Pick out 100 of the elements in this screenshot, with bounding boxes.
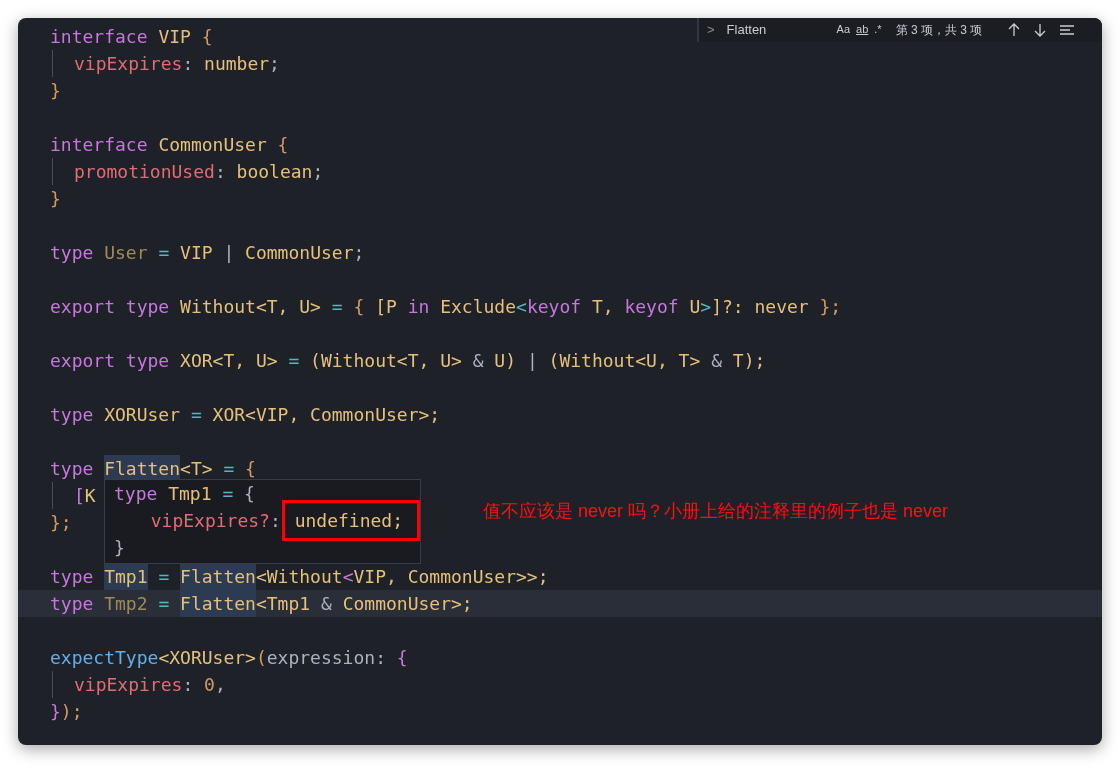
code-token: <	[516, 295, 527, 319]
code-token: =	[288, 349, 301, 373]
code-token: };	[50, 511, 72, 535]
code-token: :	[182, 52, 195, 76]
code-token: keyof	[526, 295, 583, 319]
code-token: in	[407, 295, 431, 319]
code-token: expectType	[50, 646, 159, 670]
code-token: :	[269, 509, 282, 533]
code-token: U	[689, 295, 701, 319]
code-token: VIP, CommonUser>>;	[353, 565, 549, 589]
code-token: Flatten	[180, 563, 256, 590]
code-token: <Without	[255, 565, 343, 589]
code-token: type	[50, 565, 95, 589]
code-token: vipExpires?	[150, 509, 270, 533]
code-token: =	[158, 592, 171, 616]
code-token: <Tmp1	[255, 592, 312, 616]
code-token: =	[190, 403, 203, 427]
code-token: =	[157, 565, 171, 589]
search-option-toggle[interactable]: .*	[874, 21, 882, 38]
code-token: >	[700, 295, 712, 319]
code-token: {	[353, 295, 366, 319]
code-token: ;	[269, 52, 280, 76]
code-token: T,	[591, 295, 615, 319]
code-token: Flatten	[180, 590, 256, 617]
expand-toggle[interactable]: >	[707, 19, 715, 40]
arrow-down-icon[interactable]	[1034, 22, 1047, 37]
code-token: keyof	[624, 295, 680, 319]
code-token: K	[84, 484, 96, 508]
code-token: type	[114, 482, 159, 506]
code-token: expression:	[266, 646, 387, 670]
code-token: User	[104, 241, 149, 265]
code-token: undefined;	[294, 509, 403, 533]
code-token: };	[819, 295, 842, 319]
code-token: [	[74, 484, 85, 508]
code-token: }	[50, 187, 61, 211]
code-token: CommonUser	[245, 241, 354, 265]
code-token: <XORUser>	[158, 646, 256, 670]
code-token: =	[158, 241, 171, 265]
code-token: Tmp1	[104, 563, 148, 590]
code-token: );	[60, 700, 83, 724]
code-token: {	[245, 457, 256, 481]
code-token: export type	[50, 295, 171, 319]
code-token: XOR<T, U>	[180, 349, 279, 373]
code-token: promotionUsed	[74, 160, 215, 184]
code-token: =	[331, 295, 344, 319]
code-token: vipExpires	[74, 52, 183, 76]
selection-icon[interactable]	[1060, 23, 1075, 36]
code-token: |	[223, 241, 236, 265]
code-token: ;	[312, 160, 324, 184]
code-token: VIP	[158, 25, 192, 49]
code-token: number	[204, 52, 270, 76]
code-token: (Without<T, U>	[310, 349, 463, 373]
code-token: boolean	[236, 160, 313, 184]
code-token: &	[320, 592, 333, 616]
code-token: :	[182, 673, 195, 697]
code-token: Without<T, U>	[180, 295, 322, 319]
code-token: &	[711, 349, 723, 373]
code-token: Tmp2	[104, 592, 149, 616]
code-token: T);	[732, 349, 766, 373]
code-token: interface	[50, 133, 149, 157]
annotation-text: 值不应该是 never 吗？小册上给的注释里的例子也是 never	[483, 500, 949, 523]
code-token: type	[50, 241, 95, 265]
code-token: {	[396, 646, 408, 670]
code-token: ,	[214, 673, 226, 697]
code-token: }	[50, 79, 61, 103]
code-token: U)	[494, 349, 518, 373]
code-token: ]?: never	[711, 295, 810, 319]
match-count: 第 3 项，共 3 项	[895, 21, 983, 39]
code-token: type	[50, 403, 95, 427]
code-token: export type	[50, 349, 171, 373]
code-token: Tmp1	[168, 482, 213, 506]
search-option-toggle[interactable]: ab	[856, 21, 869, 38]
code-token: VIP	[180, 241, 214, 265]
code-token: |	[526, 349, 539, 373]
code-token: <	[342, 565, 354, 589]
code-token: CommonUser	[158, 133, 268, 157]
code-token: interface	[50, 25, 149, 49]
code-token: (	[255, 646, 267, 670]
arrow-up-icon[interactable]	[1008, 22, 1021, 37]
code-token: Exclude	[440, 295, 517, 319]
code-token: }	[50, 700, 61, 724]
code-token: XORUser	[104, 403, 182, 427]
code-token: {	[244, 482, 255, 506]
code-token: =	[223, 457, 236, 481]
code-token: <T>	[180, 457, 214, 481]
code-token: [P	[375, 295, 398, 319]
code-token: CommonUser>;	[342, 592, 473, 616]
code-token: 0	[204, 673, 215, 697]
code-token: {	[277, 133, 289, 157]
code-token: }	[114, 536, 125, 560]
code-token: =	[222, 482, 235, 506]
search-option-toggle[interactable]: Aa	[836, 21, 851, 38]
code-token: vipExpires	[74, 673, 183, 697]
code-token: (Without<U, T>	[548, 349, 702, 373]
code-token: XOR<VIP, CommonUser>;	[212, 403, 441, 427]
code-token: {	[201, 25, 213, 49]
code-token: type	[50, 592, 95, 616]
code-token: :	[214, 160, 227, 184]
code-token: ;	[353, 241, 365, 265]
code-token: &	[472, 349, 485, 373]
